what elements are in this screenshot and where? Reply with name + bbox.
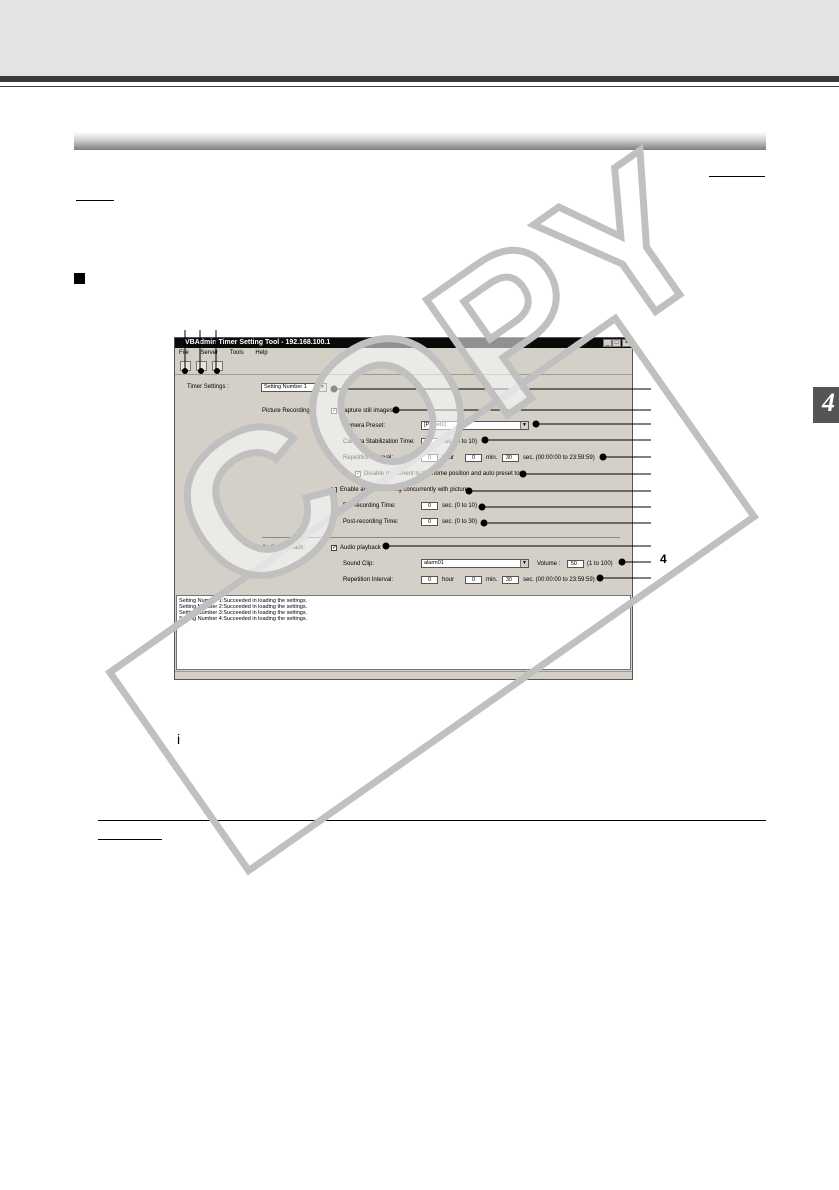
callout-dot bbox=[198, 368, 204, 374]
callout-dot bbox=[182, 368, 188, 374]
text-underline bbox=[98, 839, 162, 840]
footnote-rule bbox=[98, 820, 766, 821]
callout-dot bbox=[214, 368, 220, 374]
